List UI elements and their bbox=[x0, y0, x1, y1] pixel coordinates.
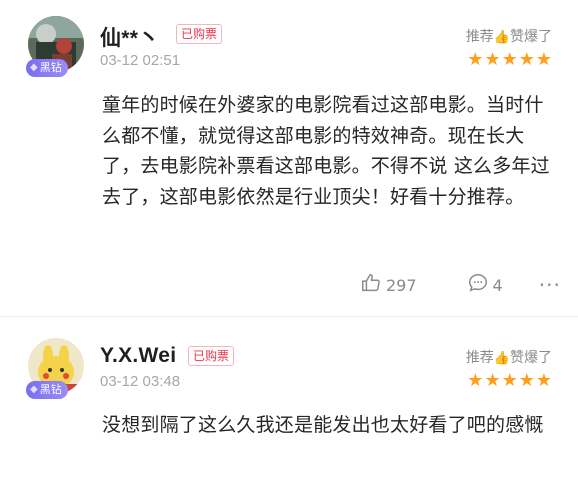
star-icon: ★ bbox=[501, 370, 518, 391]
recommend-label: 推荐 bbox=[465, 29, 494, 45]
review-content: 童年的时候在外婆家的电影院看过这部电影。当时什么都不懂，就觉得这部电影的特效神奇… bbox=[102, 94, 550, 208]
review-content: 没想到隔了这么久我还是能发出也太好看了吧的感慨 bbox=[102, 414, 544, 436]
diamond-icon: ◆ bbox=[30, 384, 38, 395]
diamond-icon: ◆ bbox=[30, 62, 38, 73]
thumbs-up-icon: 👍 bbox=[493, 30, 510, 45]
purchased-tag: 已购票 bbox=[188, 346, 235, 366]
divider bbox=[0, 316, 578, 317]
username[interactable]: Y.X.Wei bbox=[100, 344, 176, 368]
vip-badge: ◆ 黑钻 bbox=[26, 59, 68, 77]
review-time: 03-12 03:48 bbox=[100, 373, 181, 390]
star-icon: ★ bbox=[518, 49, 535, 70]
more-button[interactable]: ··· bbox=[539, 273, 561, 297]
star-icon: ★ bbox=[467, 49, 484, 70]
comment-icon bbox=[467, 272, 489, 298]
like-button[interactable]: 297 bbox=[360, 272, 417, 298]
vip-badge: ◆ 黑钻 bbox=[26, 381, 68, 399]
rating-text: 赞爆了 bbox=[510, 29, 552, 45]
like-icon bbox=[360, 272, 382, 298]
star-icon: ★ bbox=[484, 370, 501, 391]
username[interactable]: 仙**丶 bbox=[100, 22, 160, 52]
star-icon: ★ bbox=[501, 49, 518, 70]
star-icon: ★ bbox=[535, 49, 552, 70]
thumbs-up-icon: 👍 bbox=[493, 351, 510, 366]
like-count: 297 bbox=[386, 275, 417, 295]
star-icon: ★ bbox=[484, 49, 501, 70]
recommend-rating: 推荐👍赞爆了 bbox=[466, 26, 552, 46]
comment-count: 4 bbox=[492, 275, 503, 295]
star-icon: ★ bbox=[467, 370, 484, 391]
review-actions: 297 4 ··· bbox=[360, 272, 561, 298]
vip-badge-label: 黑钻 bbox=[39, 61, 62, 74]
more-icon: ··· bbox=[538, 273, 561, 297]
vip-badge-label: 黑钻 bbox=[39, 383, 62, 396]
star-rating: ★ ★ ★ ★ ★ bbox=[467, 51, 552, 69]
comment-button[interactable]: 4 bbox=[467, 272, 503, 298]
star-icon: ★ bbox=[518, 370, 535, 391]
recommend-rating: 推荐👍赞爆了 bbox=[466, 347, 552, 367]
review-time: 03-12 02:51 bbox=[100, 52, 181, 69]
recommend-label: 推荐 bbox=[465, 350, 494, 366]
star-rating: ★ ★ ★ ★ ★ bbox=[467, 372, 552, 390]
star-icon: ★ bbox=[535, 370, 552, 391]
purchased-tag: 已购票 bbox=[176, 24, 223, 44]
rating-text: 赞爆了 bbox=[510, 350, 552, 366]
